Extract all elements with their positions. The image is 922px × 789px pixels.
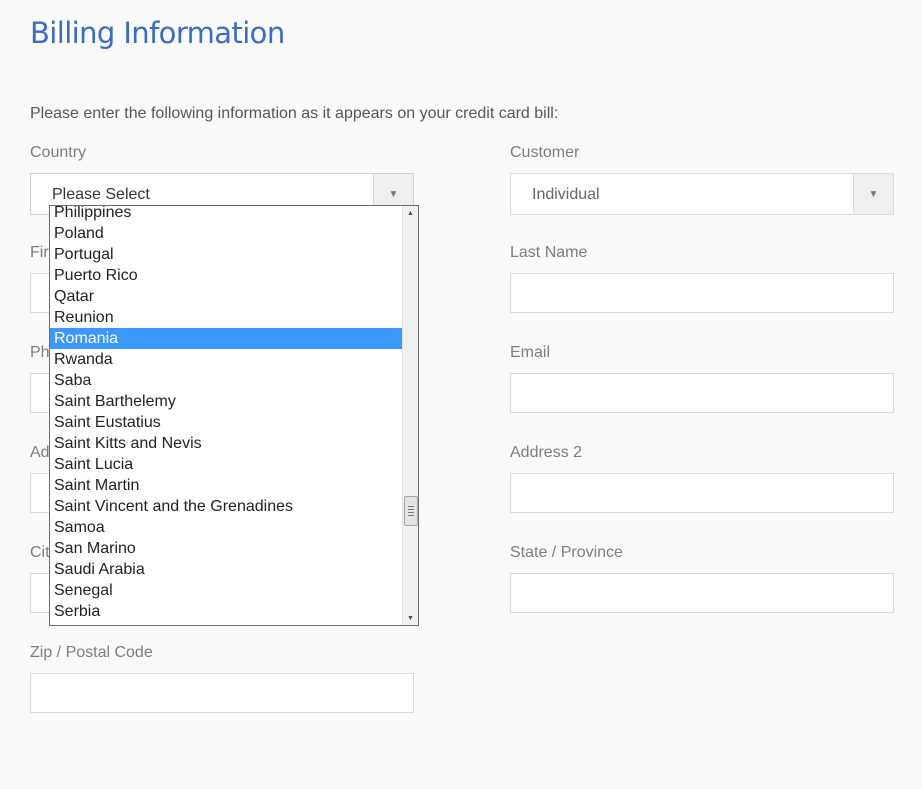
- address-label: Ad: [30, 444, 50, 461]
- dropdown-option[interactable]: Samoa: [50, 517, 403, 538]
- dropdown-option[interactable]: Philippines: [50, 206, 403, 223]
- state-label: State / Province: [510, 544, 623, 561]
- dropdown-option[interactable]: Qatar: [50, 286, 403, 307]
- dropdown-scrollbar[interactable]: ▲ ▼: [402, 206, 418, 625]
- email-input[interactable]: [510, 373, 894, 413]
- dropdown-option[interactable]: Serbia: [50, 601, 403, 622]
- last-name-input[interactable]: [510, 273, 894, 313]
- address2-label: Address 2: [510, 444, 583, 461]
- dropdown-option[interactable]: Poland: [50, 223, 403, 244]
- scroll-down-arrow-icon[interactable]: ▼: [403, 611, 418, 625]
- zip-label: Zip / Postal Code: [30, 644, 153, 661]
- customer-label: Customer: [510, 144, 580, 161]
- zip-input[interactable]: [30, 673, 414, 713]
- phone-label: Ph: [30, 344, 50, 361]
- dropdown-option[interactable]: Portugal: [50, 244, 403, 265]
- country-dropdown-list[interactable]: Philippines Poland Portugal Puerto Rico Qata…: [49, 205, 419, 626]
- dropdown-option[interactable]: Senegal: [50, 580, 403, 601]
- last-name-label: Last Name: [510, 244, 588, 261]
- dropdown-option[interactable]: Reunion: [50, 307, 403, 328]
- city-label: Cit: [30, 544, 50, 561]
- dropdown-option[interactable]: Romania: [50, 328, 403, 349]
- customer-select-value: Individual: [532, 186, 600, 203]
- dropdown-option[interactable]: Saint Vincent and the Grenadines: [50, 496, 403, 517]
- scroll-up-arrow-icon[interactable]: ▲: [403, 206, 418, 220]
- email-label: Email: [510, 344, 551, 361]
- state-input[interactable]: [510, 573, 894, 613]
- address2-input[interactable]: [510, 473, 894, 513]
- dropdown-option[interactable]: San Marino: [50, 538, 403, 559]
- country-select-value: Please Select: [52, 186, 150, 203]
- intro-text: Please enter the following information a…: [30, 105, 559, 122]
- dropdown-option[interactable]: Saint Martin: [50, 475, 403, 496]
- dropdown-option[interactable]: Saint Eustatius: [50, 412, 403, 433]
- country-label: Country: [30, 144, 87, 161]
- dropdown-option[interactable]: Saint Kitts and Nevis: [50, 433, 403, 454]
- chevron-down-icon[interactable]: ▼: [853, 174, 893, 214]
- page-title: Billing Information: [30, 16, 285, 50]
- dropdown-options: Philippines Poland Portugal Puerto Rico Qata…: [50, 206, 403, 622]
- dropdown-option[interactable]: Saint Lucia: [50, 454, 403, 475]
- first-name-label: Fir: [30, 244, 49, 261]
- dropdown-option[interactable]: Saudi Arabia: [50, 559, 403, 580]
- scrollbar-thumb[interactable]: [404, 495, 418, 526]
- dropdown-option[interactable]: Puerto Rico: [50, 265, 403, 286]
- dropdown-option[interactable]: Saba: [50, 370, 403, 391]
- customer-select[interactable]: Individual ▼: [510, 173, 894, 215]
- dropdown-option[interactable]: Rwanda: [50, 349, 403, 370]
- dropdown-option[interactable]: Saint Barthelemy: [50, 391, 403, 412]
